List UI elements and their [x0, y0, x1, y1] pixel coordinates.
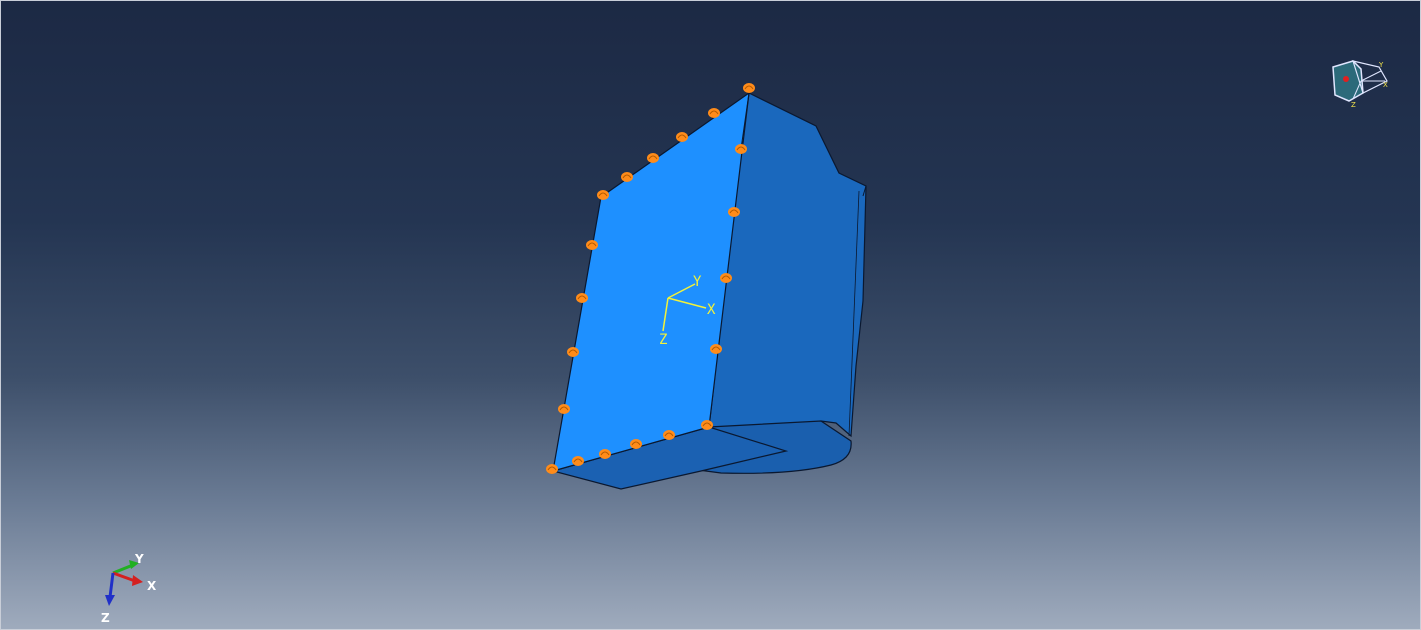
bc-marker[interactable] — [735, 144, 747, 154]
bc-marker[interactable] — [586, 240, 598, 250]
bc-marker[interactable] — [546, 464, 558, 474]
bc-marker[interactable] — [572, 456, 584, 466]
local-csys-y-label: Y — [693, 274, 702, 290]
view-cube-x-label: X — [1383, 81, 1388, 89]
bc-marker[interactable] — [663, 430, 675, 440]
model-viewport[interactable]: Y X Z Y X Z Y X Z — [0, 0, 1421, 630]
triad-z-arrow — [105, 595, 115, 606]
view-cube-icon[interactable]: Y X Z — [1332, 60, 1388, 109]
bc-marker[interactable] — [720, 273, 732, 283]
bc-marker[interactable] — [599, 449, 611, 459]
triad-x-arrow — [132, 575, 143, 586]
bc-marker[interactable] — [558, 404, 570, 414]
part-geometry[interactable] — [550, 91, 867, 490]
bc-marker[interactable] — [728, 207, 740, 217]
local-csys-z-label: Z — [659, 332, 667, 348]
bc-marker[interactable] — [621, 172, 633, 182]
bc-marker[interactable] — [743, 83, 755, 93]
view-triad: Y X Z — [101, 552, 157, 625]
view-cube-y-label: Y — [1378, 61, 1384, 69]
bc-marker[interactable] — [630, 439, 642, 449]
bc-marker[interactable] — [567, 347, 579, 357]
local-csys-x-label: X — [707, 302, 716, 318]
viewport-canvas[interactable]: Y X Z Y X Z Y X Z — [1, 1, 1421, 630]
triad-z-label: Z — [101, 611, 110, 625]
bc-marker[interactable] — [647, 153, 659, 163]
bc-marker[interactable] — [701, 420, 713, 430]
bc-marker[interactable] — [576, 293, 588, 303]
triad-x-label: X — [147, 579, 157, 593]
bc-marker[interactable] — [676, 132, 688, 142]
bc-marker[interactable] — [710, 344, 722, 354]
view-cube-z-label: Z — [1351, 101, 1356, 109]
bc-marker[interactable] — [597, 190, 609, 200]
triad-y-label: Y — [134, 552, 144, 566]
bc-marker[interactable] — [708, 108, 720, 118]
